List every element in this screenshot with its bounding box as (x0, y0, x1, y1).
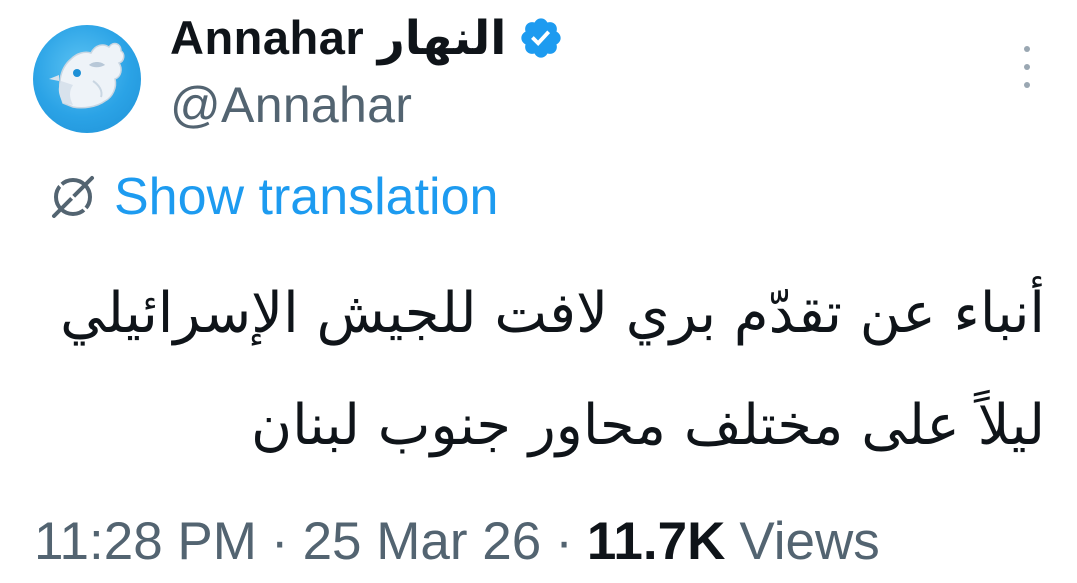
rooster-logo-icon (49, 42, 125, 109)
author-display-name[interactable]: Annahar النهار (170, 10, 506, 66)
verified-badge-icon (518, 15, 564, 61)
meta-separator: · (270, 511, 289, 571)
tweet-text-line: أنباء عن تقدّم بري لافت للجيش الإسرائيلي (60, 281, 1045, 346)
author-latin-name: Annahar (170, 11, 365, 64)
author-arabic-name: النهار (377, 11, 507, 64)
author-name-row: Annahar النهار (170, 8, 564, 68)
show-translation-button[interactable]: Show translation (44, 164, 498, 230)
meta-separator: · (555, 511, 573, 571)
views-count: 11.7K (586, 511, 726, 571)
more-dot (1024, 82, 1030, 88)
views-label: Views (739, 511, 880, 571)
tweet-meta: 11:28 PM · 25 Mar 26 · 11.7K Views (34, 506, 880, 576)
tweet-text: أنباء عن تقدّم بري لافت للجيش الإسرائيلي… (60, 258, 1045, 482)
tweet-time[interactable]: 11:28 PM (34, 511, 257, 572)
more-vertical-icon[interactable] (1010, 46, 1044, 88)
show-translation-label: Show translation (114, 168, 499, 226)
tweet-header: Annahar النهار @Annahar (0, 0, 1077, 150)
globe-translate-icon (44, 168, 102, 226)
author-handle[interactable]: @Annahar (170, 76, 412, 134)
avatar[interactable] (33, 25, 141, 133)
more-dot (1024, 64, 1030, 70)
more-dot (1024, 46, 1030, 52)
tweet-date[interactable]: 25 Mar 26 (303, 511, 542, 572)
tweet-text-line: ليلاً على مختلف محاور جنوب لبنان (250, 393, 1045, 458)
